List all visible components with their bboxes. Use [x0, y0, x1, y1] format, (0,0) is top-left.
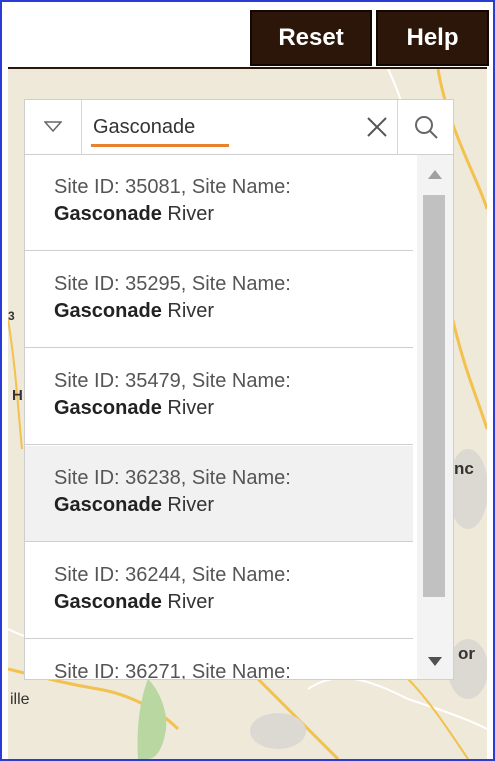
arrow-down-icon: [428, 656, 442, 666]
suggestion-item-highlighted[interactable]: Site ID: 36238, Site Name: Gasconade Riv…: [25, 446, 413, 542]
suggestion-prefix: Site ID: 36271, Site Name:: [54, 661, 291, 680]
suggestion-rest: River: [161, 591, 215, 613]
suggestion-item[interactable]: Site ID: 35479, Site Name: Gasconade Riv…: [25, 349, 413, 445]
suggestion-prefix: Site ID: 35081, Site Name:: [54, 176, 291, 198]
map-label-h: H: [12, 387, 23, 404]
suggestion-rest: River: [161, 300, 215, 322]
suggestion-item[interactable]: Site ID: 36271, Site Name:: [25, 640, 413, 680]
suggestion-prefix: Site ID: 36244, Site Name:: [54, 564, 291, 586]
scroll-down-button[interactable]: [417, 643, 453, 679]
suggestion-rest: River: [161, 494, 215, 516]
top-toolbar: Reset Help: [2, 2, 493, 66]
suggestion-rest: River: [161, 203, 215, 225]
suggestion-match: Gasconade: [54, 300, 162, 322]
suggestion-match: Gasconade: [54, 397, 162, 419]
suggestion-item[interactable]: Site ID: 35081, Site Name: Gasconade Riv…: [25, 155, 413, 251]
search-input-wrapper: [81, 100, 396, 154]
reset-button[interactable]: Reset: [250, 10, 372, 66]
chevron-down-icon: [44, 121, 62, 133]
clear-search-button[interactable]: [357, 100, 397, 154]
suggestions-list[interactable]: Site ID: 35081, Site Name: Gasconade Riv…: [24, 155, 454, 680]
suggestion-prefix: Site ID: 35295, Site Name:: [54, 273, 291, 295]
search-button[interactable]: [397, 100, 454, 154]
arrow-up-icon: [428, 169, 442, 179]
suggestion-match: Gasconade: [54, 494, 162, 516]
scrollbar[interactable]: [417, 155, 453, 679]
search-input[interactable]: [91, 110, 343, 144]
map-label-3: 3: [8, 309, 15, 323]
suggestion-item[interactable]: Site ID: 35295, Site Name: Gasconade Riv…: [25, 252, 413, 348]
suggestion-rest: River: [161, 397, 215, 419]
close-icon: [367, 117, 387, 137]
suggestion-match: Gasconade: [54, 591, 162, 613]
suggestion-item[interactable]: Site ID: 36244, Site Name: Gasconade Riv…: [25, 543, 413, 639]
scrollbar-thumb[interactable]: [423, 195, 445, 597]
scroll-up-button[interactable]: [417, 155, 453, 193]
search-term-underline: [91, 144, 229, 147]
search-icon: [415, 116, 438, 139]
search-bar: [24, 99, 454, 155]
map-label-nc: nc: [454, 459, 474, 478]
source-dropdown-button[interactable]: [25, 100, 82, 154]
suggestion-prefix: Site ID: 35479, Site Name:: [54, 370, 291, 392]
map-label-or: or: [458, 644, 475, 663]
suggestion-prefix: Site ID: 36238, Site Name:: [54, 467, 291, 489]
map-label-ille: ille: [10, 691, 30, 708]
help-button[interactable]: Help: [376, 10, 489, 66]
suggestion-match: Gasconade: [54, 203, 162, 225]
